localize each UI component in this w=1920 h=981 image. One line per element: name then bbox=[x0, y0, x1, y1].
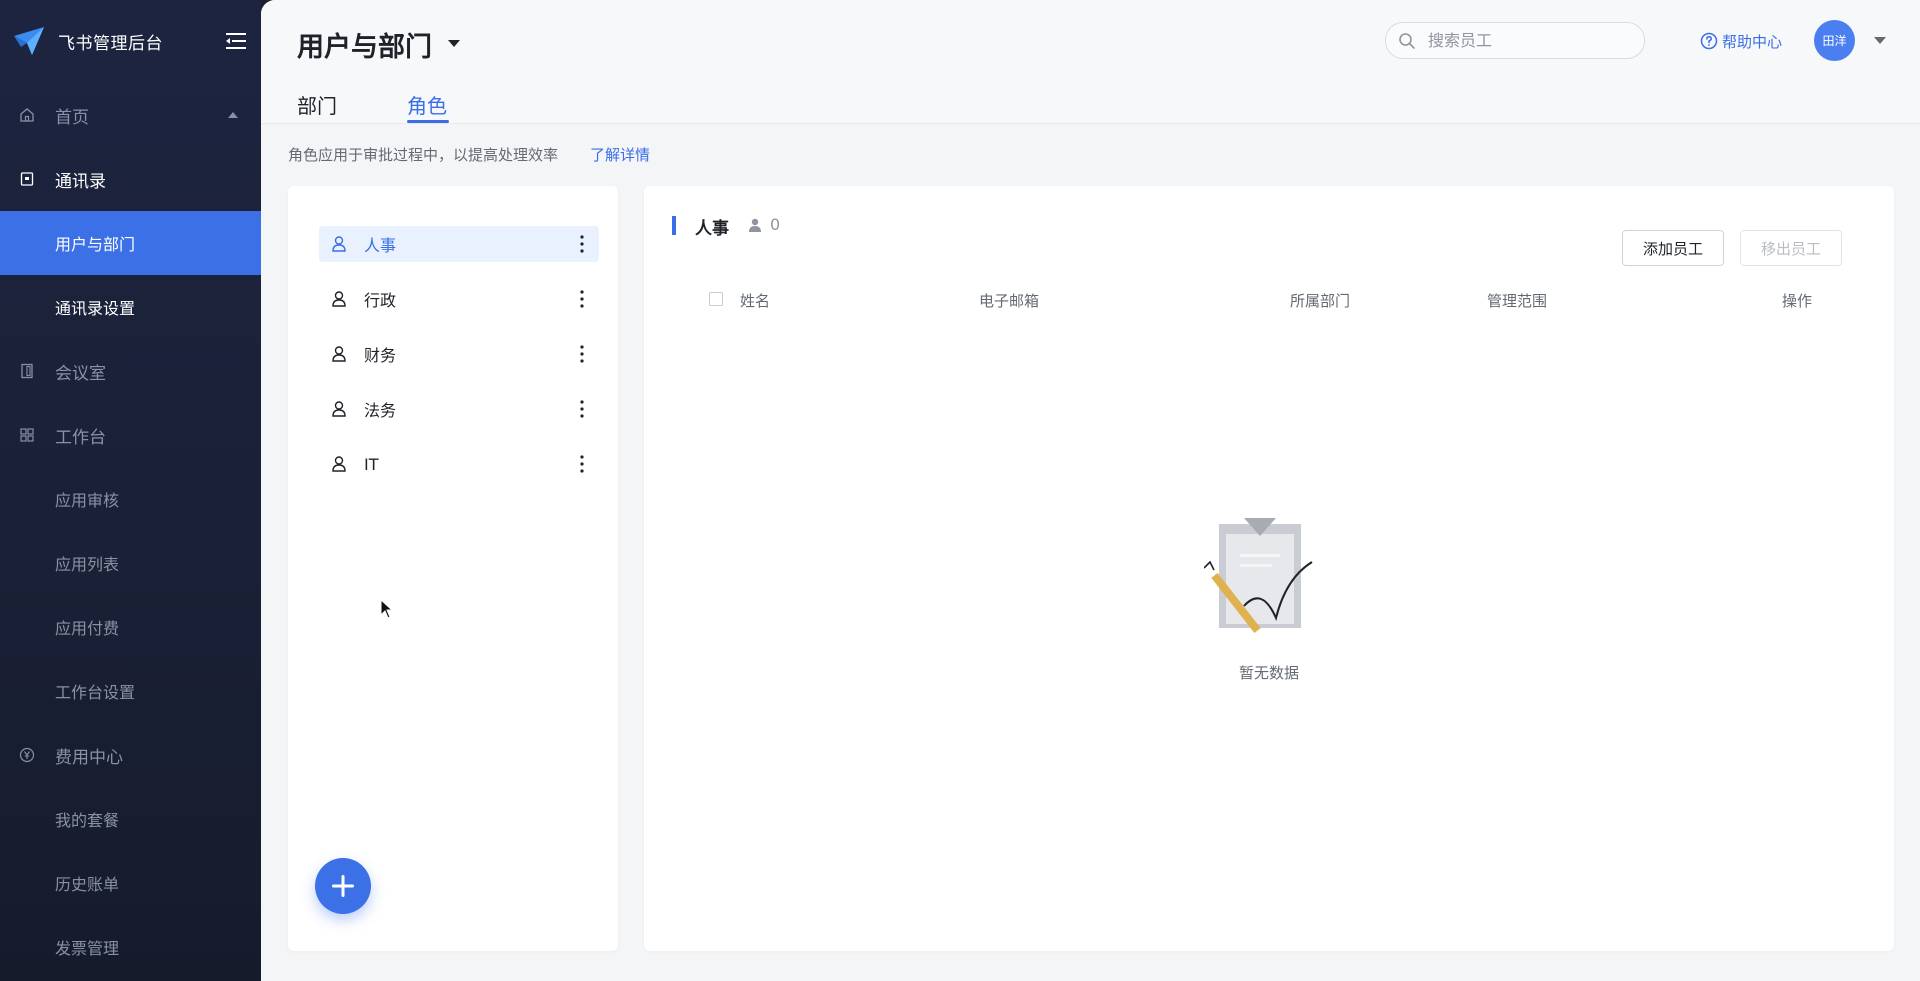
sidebar-item-home[interactable]: 首页 bbox=[0, 83, 261, 147]
sidebar-item-label: 发票管理 bbox=[55, 939, 120, 958]
sidebar-item-my-plan[interactable]: 我的套餐 bbox=[0, 787, 261, 851]
sidebar-item-contacts-settings[interactable]: 通讯录设置 bbox=[0, 275, 261, 339]
learn-more-link[interactable]: 了解详情 bbox=[590, 144, 650, 165]
sidebar-item-invoice-management[interactable]: 发票管理 bbox=[0, 915, 261, 979]
sidebar-item-label: 应用审核 bbox=[55, 491, 120, 510]
sidebar-item-meeting-rooms[interactable]: 会议室 bbox=[0, 339, 261, 403]
column-header-department: 所属部门 bbox=[1290, 292, 1351, 310]
sidebar-item-label: 费用中心 bbox=[55, 747, 123, 768]
role-item-legal[interactable]: 法务 bbox=[319, 391, 599, 427]
contacts-icon bbox=[20, 172, 34, 186]
home-icon bbox=[20, 108, 34, 122]
help-center-label: 帮助中心 bbox=[1722, 32, 1783, 51]
add-member-button[interactable]: 添加员工 bbox=[1622, 230, 1724, 266]
avatar[interactable]: 田洋 bbox=[1814, 20, 1855, 61]
empty-state-illustration-icon bbox=[1204, 518, 1313, 634]
active-tab-indicator bbox=[407, 120, 449, 123]
sidebar-item-app-payment[interactable]: 应用付费 bbox=[0, 595, 261, 659]
selected-role-title: 人事 bbox=[695, 219, 729, 239]
plus-icon bbox=[332, 875, 354, 897]
column-header-name: 姓名 bbox=[740, 292, 771, 310]
main-content: 用户与部门 帮助中心 田洋 部门 角色 角色应用于审批过程中，以提 bbox=[261, 0, 1920, 981]
select-all-checkbox[interactable] bbox=[709, 292, 723, 306]
roles-panel: 人事 行政 财务 法务 IT bbox=[288, 186, 618, 951]
person-icon bbox=[332, 456, 346, 472]
sidebar-item-label: 应用付费 bbox=[55, 619, 120, 638]
sidebar-item-label: 应用列表 bbox=[55, 555, 120, 574]
person-icon bbox=[332, 346, 346, 362]
sidebar-item-workbench[interactable]: 工作台 bbox=[0, 403, 261, 467]
member-count: 0 bbox=[770, 215, 781, 234]
door-icon bbox=[21, 363, 33, 379]
role-label: 财务 bbox=[364, 346, 397, 365]
sidebar-item-label: 会议室 bbox=[55, 363, 106, 384]
sidebar-item-label: 工作台 bbox=[55, 427, 106, 448]
sidebar-item-app-review[interactable]: 应用审核 bbox=[0, 467, 261, 531]
section-accent-bar bbox=[672, 216, 676, 235]
caret-up-icon bbox=[228, 112, 238, 118]
more-vertical-icon[interactable] bbox=[575, 398, 589, 420]
header: 用户与部门 帮助中心 田洋 部门 角色 bbox=[261, 0, 1920, 124]
brand-title: 飞书管理后台 bbox=[58, 34, 163, 54]
grid-icon bbox=[20, 428, 34, 442]
more-vertical-icon[interactable] bbox=[575, 453, 589, 475]
roles-hint-text: 角色应用于审批过程中，以提高处理效率 bbox=[288, 146, 559, 164]
role-item-finance[interactable]: 财务 bbox=[319, 336, 599, 372]
more-vertical-icon[interactable] bbox=[575, 343, 589, 365]
column-header-email: 电子邮箱 bbox=[979, 292, 1040, 310]
role-label: 法务 bbox=[364, 401, 397, 420]
role-label: IT bbox=[364, 454, 379, 474]
yen-icon bbox=[19, 747, 35, 763]
role-members-panel: 人事 0 添加员工 移出员工 姓名 电子邮箱 所属部门 管理范围 操作 暂无数据 bbox=[644, 186, 1894, 951]
sidebar-item-bill-history[interactable]: 历史账单 bbox=[0, 851, 261, 915]
person-icon bbox=[332, 291, 346, 307]
search-icon bbox=[1399, 33, 1415, 49]
role-item-hr[interactable]: 人事 bbox=[319, 226, 599, 262]
sidebar-item-users-departments[interactable]: 用户与部门 bbox=[0, 211, 261, 275]
role-item-admin[interactable]: 行政 bbox=[319, 281, 599, 317]
feishu-logo-icon bbox=[14, 27, 44, 55]
empty-state-text: 暂无数据 bbox=[1238, 664, 1299, 682]
caret-down-icon[interactable] bbox=[447, 38, 461, 48]
role-label: 人事 bbox=[364, 236, 397, 255]
more-vertical-icon[interactable] bbox=[575, 233, 589, 255]
sidebar-item-contacts[interactable]: 通讯录 bbox=[0, 147, 261, 211]
mouse-cursor-icon bbox=[380, 599, 394, 619]
sidebar-item-label: 历史账单 bbox=[55, 875, 120, 894]
tab-departments[interactable]: 部门 bbox=[297, 90, 337, 119]
brand: 飞书管理后台 bbox=[0, 0, 261, 80]
more-vertical-icon[interactable] bbox=[575, 288, 589, 310]
person-icon bbox=[332, 236, 346, 252]
sidebar-item-label: 用户与部门 bbox=[55, 235, 136, 254]
sidebar: 飞书管理后台 首页 通讯录 用户与部门 通讯录设置 会议室 工作台 应用审核 应… bbox=[0, 0, 261, 981]
sidebar-item-label: 首页 bbox=[55, 107, 89, 128]
page-title: 用户与部门 bbox=[297, 32, 432, 63]
sidebar-item-workbench-settings[interactable]: 工作台设置 bbox=[0, 659, 261, 723]
role-label: 行政 bbox=[364, 291, 397, 310]
user-count-icon bbox=[749, 218, 761, 232]
person-icon bbox=[332, 401, 346, 417]
search-input[interactable] bbox=[1428, 23, 1633, 58]
sidebar-item-label: 通讯录 bbox=[55, 171, 106, 192]
remove-member-button[interactable]: 移出员工 bbox=[1740, 230, 1842, 266]
search-box bbox=[1385, 22, 1645, 59]
sidebar-item-billing-center[interactable]: 费用中心 bbox=[0, 723, 261, 787]
menu-collapse-icon[interactable] bbox=[224, 30, 248, 52]
sidebar-item-label: 通讯录设置 bbox=[55, 299, 136, 318]
help-icon bbox=[1700, 32, 1718, 50]
add-role-button[interactable] bbox=[315, 858, 371, 914]
sidebar-item-label: 我的套餐 bbox=[55, 811, 120, 830]
sidebar-item-label: 工作台设置 bbox=[55, 683, 136, 702]
tab-roles[interactable]: 角色 bbox=[407, 90, 447, 119]
sidebar-item-app-list[interactable]: 应用列表 bbox=[0, 531, 261, 595]
column-header-actions: 操作 bbox=[1782, 292, 1813, 310]
caret-down-icon[interactable] bbox=[1873, 35, 1887, 45]
help-center-link[interactable]: 帮助中心 bbox=[1700, 29, 1782, 53]
column-header-scope: 管理范围 bbox=[1487, 292, 1548, 310]
role-item-it[interactable]: IT bbox=[319, 446, 599, 482]
